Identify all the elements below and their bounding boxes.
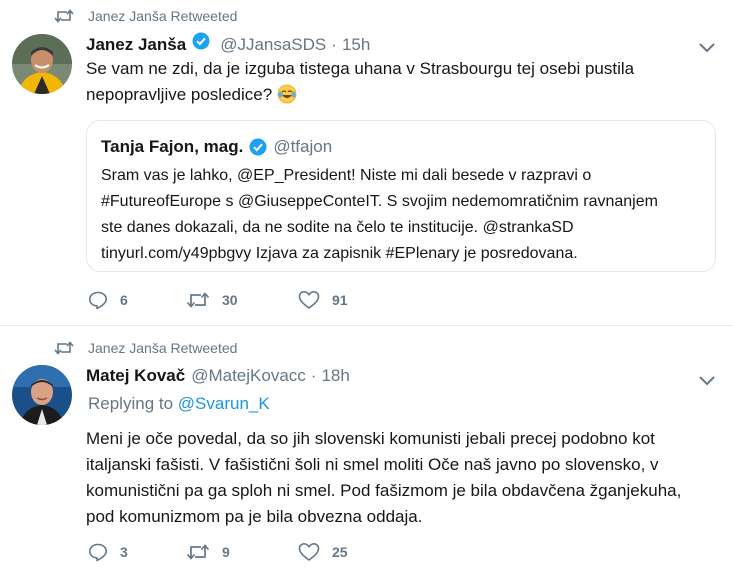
retweet-icon <box>54 8 76 24</box>
tweet-text-line: nepopravljive posledice? <box>86 85 273 104</box>
quoted-tweet-header: Tanja Fajon, mag. @tfajon <box>101 137 699 157</box>
like-button[interactable]: 91 <box>298 290 398 310</box>
tweet-text-line: pod komunizmom pa je bila obvezna oddaja… <box>86 507 423 526</box>
retweet-context-label: Janez Janša Retweeted <box>88 8 238 24</box>
retweet-context-label: Janez Janša Retweeted <box>88 340 238 356</box>
verified-badge-icon <box>249 138 267 156</box>
retweet-context: Janez Janša Retweeted <box>54 8 237 24</box>
reply-count: 6 <box>120 292 128 308</box>
tweet-header: Matej Kovač @MatejKovacc · 18h <box>86 366 683 386</box>
retweet-count: 30 <box>222 292 238 308</box>
quoted-author-handle: @tfajon <box>273 137 333 156</box>
tweet-timestamp[interactable]: 18h <box>321 366 349 386</box>
retweet-button[interactable]: 30 <box>186 290 298 310</box>
retweet-context: Janez Janša Retweeted <box>54 340 237 356</box>
tweet-actions: 6 30 91 <box>88 290 398 310</box>
like-button[interactable]: 25 <box>298 542 398 562</box>
retweet-count: 9 <box>222 544 230 560</box>
tweet-header: Janez Janša @JJansaSDS · 15h <box>86 32 683 55</box>
heart-icon <box>298 542 320 562</box>
retweet-button[interactable]: 9 <box>186 542 298 562</box>
chevron-down-icon[interactable] <box>699 373 715 386</box>
replying-to-mention[interactable]: @Svarun_K <box>178 394 270 413</box>
quoted-text-line: ste danes dokazali, da ne sodite na čelo… <box>101 219 574 236</box>
reply-count: 3 <box>120 544 128 560</box>
like-count: 25 <box>332 544 348 560</box>
retweet-icon <box>186 542 210 562</box>
quoted-author-name: Tanja Fajon, mag. <box>101 137 244 156</box>
tweet-text-line: italjanski fašisti. V fašistični šoli ni… <box>86 455 659 474</box>
avatar[interactable] <box>12 34 72 94</box>
tweet-actions: 3 9 25 <box>88 542 398 562</box>
author-name[interactable]: Matej Kovač <box>86 366 185 386</box>
tweet[interactable]: Janez Janša Retweeted Matej Kovač @Matej… <box>0 326 733 567</box>
header-separator: · <box>310 366 317 385</box>
author-handle[interactable]: @MatejKovacc <box>191 366 306 386</box>
author-handle[interactable]: @JJansaSDS <box>220 35 326 55</box>
tweet-text-line: Se vam ne zdi, da je izguba tistega uhan… <box>86 59 635 78</box>
tweet-text-line: komunistični pa ga sploh ni smel. Pod fa… <box>86 481 682 500</box>
reply-icon <box>88 542 108 562</box>
quoted-text-line: #FutureofEurope s @GiuseppeConteIT. S sv… <box>101 193 658 210</box>
author-name[interactable]: Janez Janša <box>86 35 186 55</box>
replying-to: Replying to @Svarun_K <box>88 394 270 414</box>
quoted-tweet-text: Sram vas je lahko, @EP_President! Niste … <box>101 163 699 267</box>
face-with-tears-of-joy-icon <box>277 84 297 104</box>
replying-to-label: Replying to <box>88 394 174 413</box>
tweet-timestamp[interactable]: 15h <box>342 35 370 55</box>
quoted-text-line: Sram vas je lahko, @EP_President! Niste … <box>101 167 592 184</box>
retweet-icon <box>186 290 210 310</box>
reply-button[interactable]: 6 <box>88 290 186 310</box>
retweet-icon <box>54 340 76 356</box>
chevron-down-icon[interactable] <box>699 40 715 53</box>
timeline-feed: Janez Janša Retweeted Janez Janša @JJans… <box>0 0 733 567</box>
quoted-text-line: tinyurl.com/y49pbgvy Izjava za zapisnik … <box>101 245 578 262</box>
reply-icon <box>88 290 108 310</box>
heart-icon <box>298 290 320 310</box>
like-count: 91 <box>332 292 348 308</box>
tweet-text-line: Meni je oče povedal, da so jih slovenski… <box>86 429 655 448</box>
tweet-text: Se vam ne zdi, da je izguba tistega uhan… <box>86 56 713 108</box>
reply-button[interactable]: 3 <box>88 542 186 562</box>
tweet[interactable]: Janez Janša Retweeted Janez Janša @JJans… <box>0 0 733 326</box>
quoted-tweet[interactable]: Tanja Fajon, mag. @tfajon Sram vas je la… <box>86 120 716 272</box>
tweet-text: Meni je oče povedal, da so jih slovenski… <box>86 426 713 530</box>
avatar[interactable] <box>12 365 72 425</box>
header-separator: · <box>331 35 337 54</box>
verified-badge-icon <box>192 32 210 50</box>
